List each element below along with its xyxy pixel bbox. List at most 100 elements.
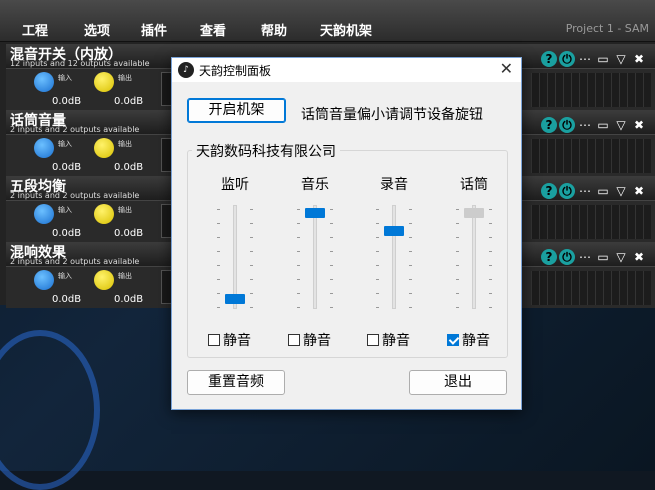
menu-tianyun-rack[interactable]: 天韵机架 [320, 20, 372, 39]
input-gain-knob[interactable] [34, 204, 54, 224]
window-icon[interactable]: ▭ [595, 51, 611, 67]
remove-icon[interactable]: ✖ [631, 51, 647, 67]
menu-help[interactable]: 帮助 [261, 20, 287, 39]
mute-checkbox[interactable]: 静音 [447, 330, 490, 350]
input-label: 输入 [58, 74, 72, 82]
remove-icon[interactable]: ✖ [631, 117, 647, 133]
window-icon[interactable]: ▭ [595, 183, 611, 199]
menu-dots-icon[interactable]: ⋯ [577, 117, 593, 133]
output-gain-knob[interactable] [94, 72, 114, 92]
channel-label: 话筒 [460, 177, 488, 193]
wallpaper-swirl [0, 330, 100, 490]
dialog-title: 天韵控制面板 [199, 64, 272, 78]
rack-controls: ? ⏻ ⋯ ▭ ▽ ✖ [539, 114, 647, 133]
info-icon[interactable]: ? [541, 249, 557, 265]
output-gain-knob[interactable] [94, 270, 114, 290]
window-icon[interactable]: ▭ [595, 117, 611, 133]
checkbox-icon[interactable] [208, 334, 220, 346]
remove-icon[interactable]: ✖ [631, 183, 647, 199]
output-label: 输出 [118, 74, 132, 82]
power-icon[interactable]: ⏻ [559, 249, 575, 265]
rack-controls: ? ⏻ ⋯ ▭ ▽ ✖ [539, 246, 647, 265]
menu-dots-icon[interactable]: ⋯ [577, 51, 593, 67]
power-icon[interactable]: ⏻ [559, 117, 575, 133]
slider-ticks [374, 204, 414, 314]
output-label: 输出 [118, 272, 132, 280]
input-gain-value: 0.0dB [52, 294, 82, 305]
menu-options[interactable]: 选项 [84, 20, 110, 39]
volume-slider-thumb[interactable] [464, 207, 484, 218]
rack-subtitle: 12 inputs and 12 outputs available [10, 59, 150, 68]
menu-project[interactable]: 工程 [22, 20, 48, 39]
slider-ticks [295, 204, 335, 314]
app-logo-icon: ♪ [178, 62, 194, 78]
input-label: 输入 [58, 206, 72, 214]
menu-plugins[interactable]: 插件 [141, 20, 167, 39]
rack-subtitle: 2 inputs and 2 outputs available [10, 257, 140, 266]
output-gain-value: 0.0dB [114, 294, 144, 305]
group-title: 天韵数码科技有限公司 [192, 141, 340, 161]
output-label: 输出 [118, 140, 132, 148]
volume-slider-thumb[interactable] [305, 207, 325, 218]
info-icon[interactable]: ? [541, 183, 557, 199]
mute-label: 静音 [462, 333, 490, 349]
info-icon[interactable]: ? [541, 117, 557, 133]
menu-dots-icon[interactable]: ⋯ [577, 183, 593, 199]
output-gain-value: 0.0dB [114, 228, 144, 239]
volume-slider-thumb[interactable] [384, 225, 404, 236]
mute-checkbox[interactable]: 静音 [367, 330, 410, 350]
exit-button[interactable]: 退出 [409, 370, 507, 395]
input-label: 输入 [58, 272, 72, 280]
menu-view[interactable]: 查看 [200, 20, 226, 39]
collapse-icon[interactable]: ▽ [613, 117, 629, 133]
input-gain-value: 0.0dB [52, 96, 82, 107]
app-title: Project 1 - SAM [565, 22, 649, 35]
output-gain-knob[interactable] [94, 204, 114, 224]
menu-dots-icon[interactable]: ⋯ [577, 249, 593, 265]
output-gain-knob[interactable] [94, 138, 114, 158]
output-gain-value: 0.0dB [114, 162, 144, 173]
open-rack-button[interactable]: 开启机架 [187, 98, 286, 123]
rack-meter-grid [531, 73, 651, 107]
mute-label: 静音 [303, 333, 331, 349]
hint-text: 话筒音量偏小请调节设备旋钮 [301, 107, 483, 123]
input-gain-knob[interactable] [34, 270, 54, 290]
power-icon[interactable]: ⏻ [559, 183, 575, 199]
input-label: 输入 [58, 140, 72, 148]
input-gain-knob[interactable] [34, 138, 54, 158]
rack-meter-grid [531, 139, 651, 173]
collapse-icon[interactable]: ▽ [613, 183, 629, 199]
channel-label: 录音 [380, 177, 408, 193]
rack-subtitle: 2 inputs and 2 outputs available [10, 191, 140, 200]
close-icon[interactable]: ✕ [500, 59, 513, 78]
dialog-titlebar: ♪ 天韵控制面板 ✕ [172, 58, 521, 82]
rack-subtitle: 2 inputs and 2 outputs available [10, 125, 140, 134]
rack-controls: ? ⏻ ⋯ ▭ ▽ ✖ [539, 180, 647, 199]
info-icon[interactable]: ? [541, 51, 557, 67]
window-icon[interactable]: ▭ [595, 249, 611, 265]
mute-checkbox[interactable]: 静音 [288, 330, 331, 350]
reset-audio-button[interactable]: 重置音频 [187, 370, 285, 395]
remove-icon[interactable]: ✖ [631, 249, 647, 265]
channel-label: 音乐 [301, 177, 329, 193]
collapse-icon[interactable]: ▽ [613, 51, 629, 67]
mute-label: 静音 [223, 333, 251, 349]
mute-checkbox[interactable]: 静音 [208, 330, 251, 350]
checkbox-icon[interactable] [288, 334, 300, 346]
menu-bar: 工程 选项 插件 查看 帮助 天韵机架 Project 1 - SAM [0, 0, 655, 42]
volume-slider-thumb[interactable] [225, 294, 245, 305]
control-panel-dialog: ♪ 天韵控制面板 ✕ 开启机架 话筒音量偏小请调节设备旋钮 天韵数码科技有限公司… [171, 57, 522, 410]
rack-controls: ? ⏻ ⋯ ▭ ▽ ✖ [539, 48, 647, 67]
slider-ticks [454, 204, 494, 314]
rack-meter-grid [531, 271, 651, 305]
checkbox-icon[interactable] [367, 334, 379, 346]
checkbox-icon[interactable] [447, 334, 459, 346]
collapse-icon[interactable]: ▽ [613, 249, 629, 265]
output-label: 输出 [118, 206, 132, 214]
power-icon[interactable]: ⏻ [559, 51, 575, 67]
rack-meter-grid [531, 205, 651, 239]
channel-label: 监听 [221, 177, 249, 193]
output-gain-value: 0.0dB [114, 96, 144, 107]
input-gain-knob[interactable] [34, 72, 54, 92]
input-gain-value: 0.0dB [52, 228, 82, 239]
